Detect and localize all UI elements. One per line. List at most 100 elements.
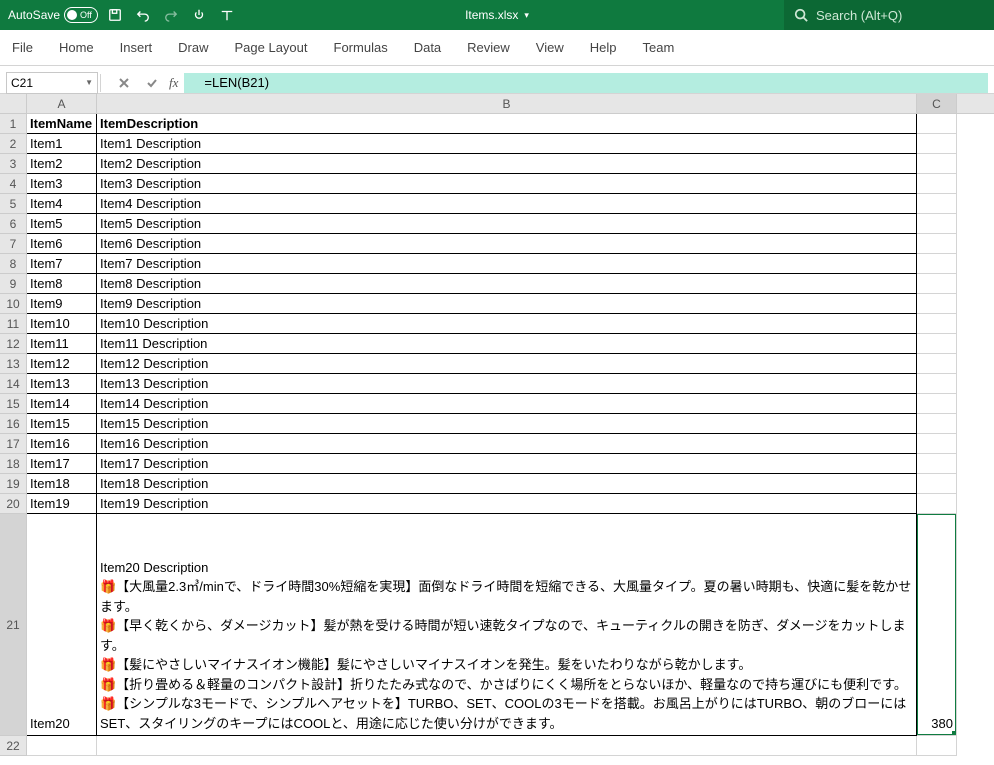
formula-input[interactable] <box>184 73 988 93</box>
cell[interactable]: Item6 <box>27 234 97 254</box>
tab-view[interactable]: View <box>536 36 564 59</box>
cell[interactable]: Item16 <box>27 434 97 454</box>
cell[interactable]: Item11 <box>27 334 97 354</box>
cell[interactable] <box>917 354 957 374</box>
tab-help[interactable]: Help <box>590 36 617 59</box>
select-all-corner[interactable] <box>0 94 27 113</box>
row-header[interactable]: 9 <box>0 274 27 294</box>
row-header[interactable]: 18 <box>0 454 27 474</box>
cell[interactable]: Item20 <box>27 514 97 736</box>
cell[interactable]: Item9 Description <box>97 294 917 314</box>
cell[interactable]: Item7 Description <box>97 254 917 274</box>
cell[interactable]: Item19 Description <box>97 494 917 514</box>
row-header[interactable]: 4 <box>0 174 27 194</box>
cell[interactable]: Item18 Description <box>97 474 917 494</box>
row-header[interactable]: 2 <box>0 134 27 154</box>
cell[interactable] <box>917 474 957 494</box>
cell[interactable]: Item20 Description🎁【大風量2.3㎥/minで、ドライ時間30… <box>97 514 917 736</box>
cell[interactable]: Item8 <box>27 274 97 294</box>
accept-formula-icon[interactable] <box>141 73 163 93</box>
col-header-a[interactable]: A <box>27 94 97 113</box>
cell[interactable] <box>97 736 917 756</box>
cell[interactable] <box>917 374 957 394</box>
tab-data[interactable]: Data <box>414 36 441 59</box>
cell[interactable]: Item1 Description <box>97 134 917 154</box>
cell[interactable]: Item2 Description <box>97 154 917 174</box>
touch-mode-icon[interactable] <box>188 4 210 26</box>
cell[interactable] <box>917 454 957 474</box>
tab-formulas[interactable]: Formulas <box>334 36 388 59</box>
cell[interactable]: Item9 <box>27 294 97 314</box>
cell[interactable]: Item3 <box>27 174 97 194</box>
cell[interactable]: Item12 Description <box>97 354 917 374</box>
tab-insert[interactable]: Insert <box>120 36 153 59</box>
tab-draw[interactable]: Draw <box>178 36 208 59</box>
row-header[interactable]: 15 <box>0 394 27 414</box>
tab-review[interactable]: Review <box>467 36 510 59</box>
row-header[interactable]: 5 <box>0 194 27 214</box>
cell[interactable] <box>917 414 957 434</box>
cell[interactable]: Item15 <box>27 414 97 434</box>
row-header[interactable]: 10 <box>0 294 27 314</box>
row-header[interactable]: 13 <box>0 354 27 374</box>
cell[interactable] <box>917 214 957 234</box>
row-header[interactable]: 22 <box>0 736 27 756</box>
cell[interactable] <box>917 134 957 154</box>
row-header[interactable]: 1 <box>0 114 27 134</box>
cell[interactable]: Item10 Description <box>97 314 917 334</box>
cell[interactable]: Item7 <box>27 254 97 274</box>
cell[interactable]: Item1 <box>27 134 97 154</box>
cell[interactable] <box>917 254 957 274</box>
cell[interactable] <box>917 174 957 194</box>
row-header[interactable]: 7 <box>0 234 27 254</box>
row-header[interactable]: 16 <box>0 414 27 434</box>
cell[interactable]: Item6 Description <box>97 234 917 254</box>
cell[interactable] <box>917 274 957 294</box>
cell[interactable]: Item19 <box>27 494 97 514</box>
cell[interactable]: Item17 Description <box>97 454 917 474</box>
row-header[interactable]: 17 <box>0 434 27 454</box>
cell[interactable] <box>917 194 957 214</box>
cell[interactable]: Item12 <box>27 354 97 374</box>
row-header[interactable]: 20 <box>0 494 27 514</box>
cell[interactable] <box>917 394 957 414</box>
title-dropdown-icon[interactable]: ▾ <box>524 10 529 21</box>
undo-icon[interactable] <box>132 4 154 26</box>
cell[interactable] <box>917 314 957 334</box>
cell[interactable] <box>917 494 957 514</box>
redo-icon[interactable] <box>160 4 182 26</box>
cell[interactable]: Item13 <box>27 374 97 394</box>
cell[interactable]: Item3 Description <box>97 174 917 194</box>
row-header[interactable]: 21 <box>0 514 27 736</box>
search-box[interactable]: Search (Alt+Q) <box>784 0 994 30</box>
cell[interactable] <box>917 114 957 134</box>
cell[interactable] <box>917 736 957 756</box>
tab-team[interactable]: Team <box>643 36 675 59</box>
cell[interactable]: Item17 <box>27 454 97 474</box>
tab-file[interactable]: File <box>12 36 33 59</box>
cell[interactable]: Item4 Description <box>97 194 917 214</box>
autosave-toggle[interactable]: AutoSave Off <box>8 7 98 23</box>
cell[interactable]: ItemName <box>27 114 97 134</box>
fx-icon[interactable]: fx <box>163 75 184 91</box>
col-header-b[interactable]: B <box>97 94 917 113</box>
spreadsheet-grid[interactable]: A B C 1 ItemName ItemDescription 2Item1I… <box>0 94 994 756</box>
cell[interactable]: Item10 <box>27 314 97 334</box>
row-header[interactable]: 8 <box>0 254 27 274</box>
cell[interactable]: Item4 <box>27 194 97 214</box>
qat-customize-icon[interactable] <box>216 4 238 26</box>
cell[interactable]: Item18 <box>27 474 97 494</box>
cell[interactable]: Item14 <box>27 394 97 414</box>
cell[interactable] <box>27 736 97 756</box>
row-header[interactable]: 12 <box>0 334 27 354</box>
row-header[interactable]: 14 <box>0 374 27 394</box>
col-header-c[interactable]: C <box>917 94 957 113</box>
cell[interactable]: Item5 <box>27 214 97 234</box>
cell[interactable]: Item8 Description <box>97 274 917 294</box>
tab-home[interactable]: Home <box>59 36 94 59</box>
selected-cell[interactable]: 380 <box>917 514 957 736</box>
cell[interactable] <box>917 334 957 354</box>
cell[interactable] <box>917 154 957 174</box>
row-header[interactable]: 6 <box>0 214 27 234</box>
tab-page-layout[interactable]: Page Layout <box>235 36 308 59</box>
